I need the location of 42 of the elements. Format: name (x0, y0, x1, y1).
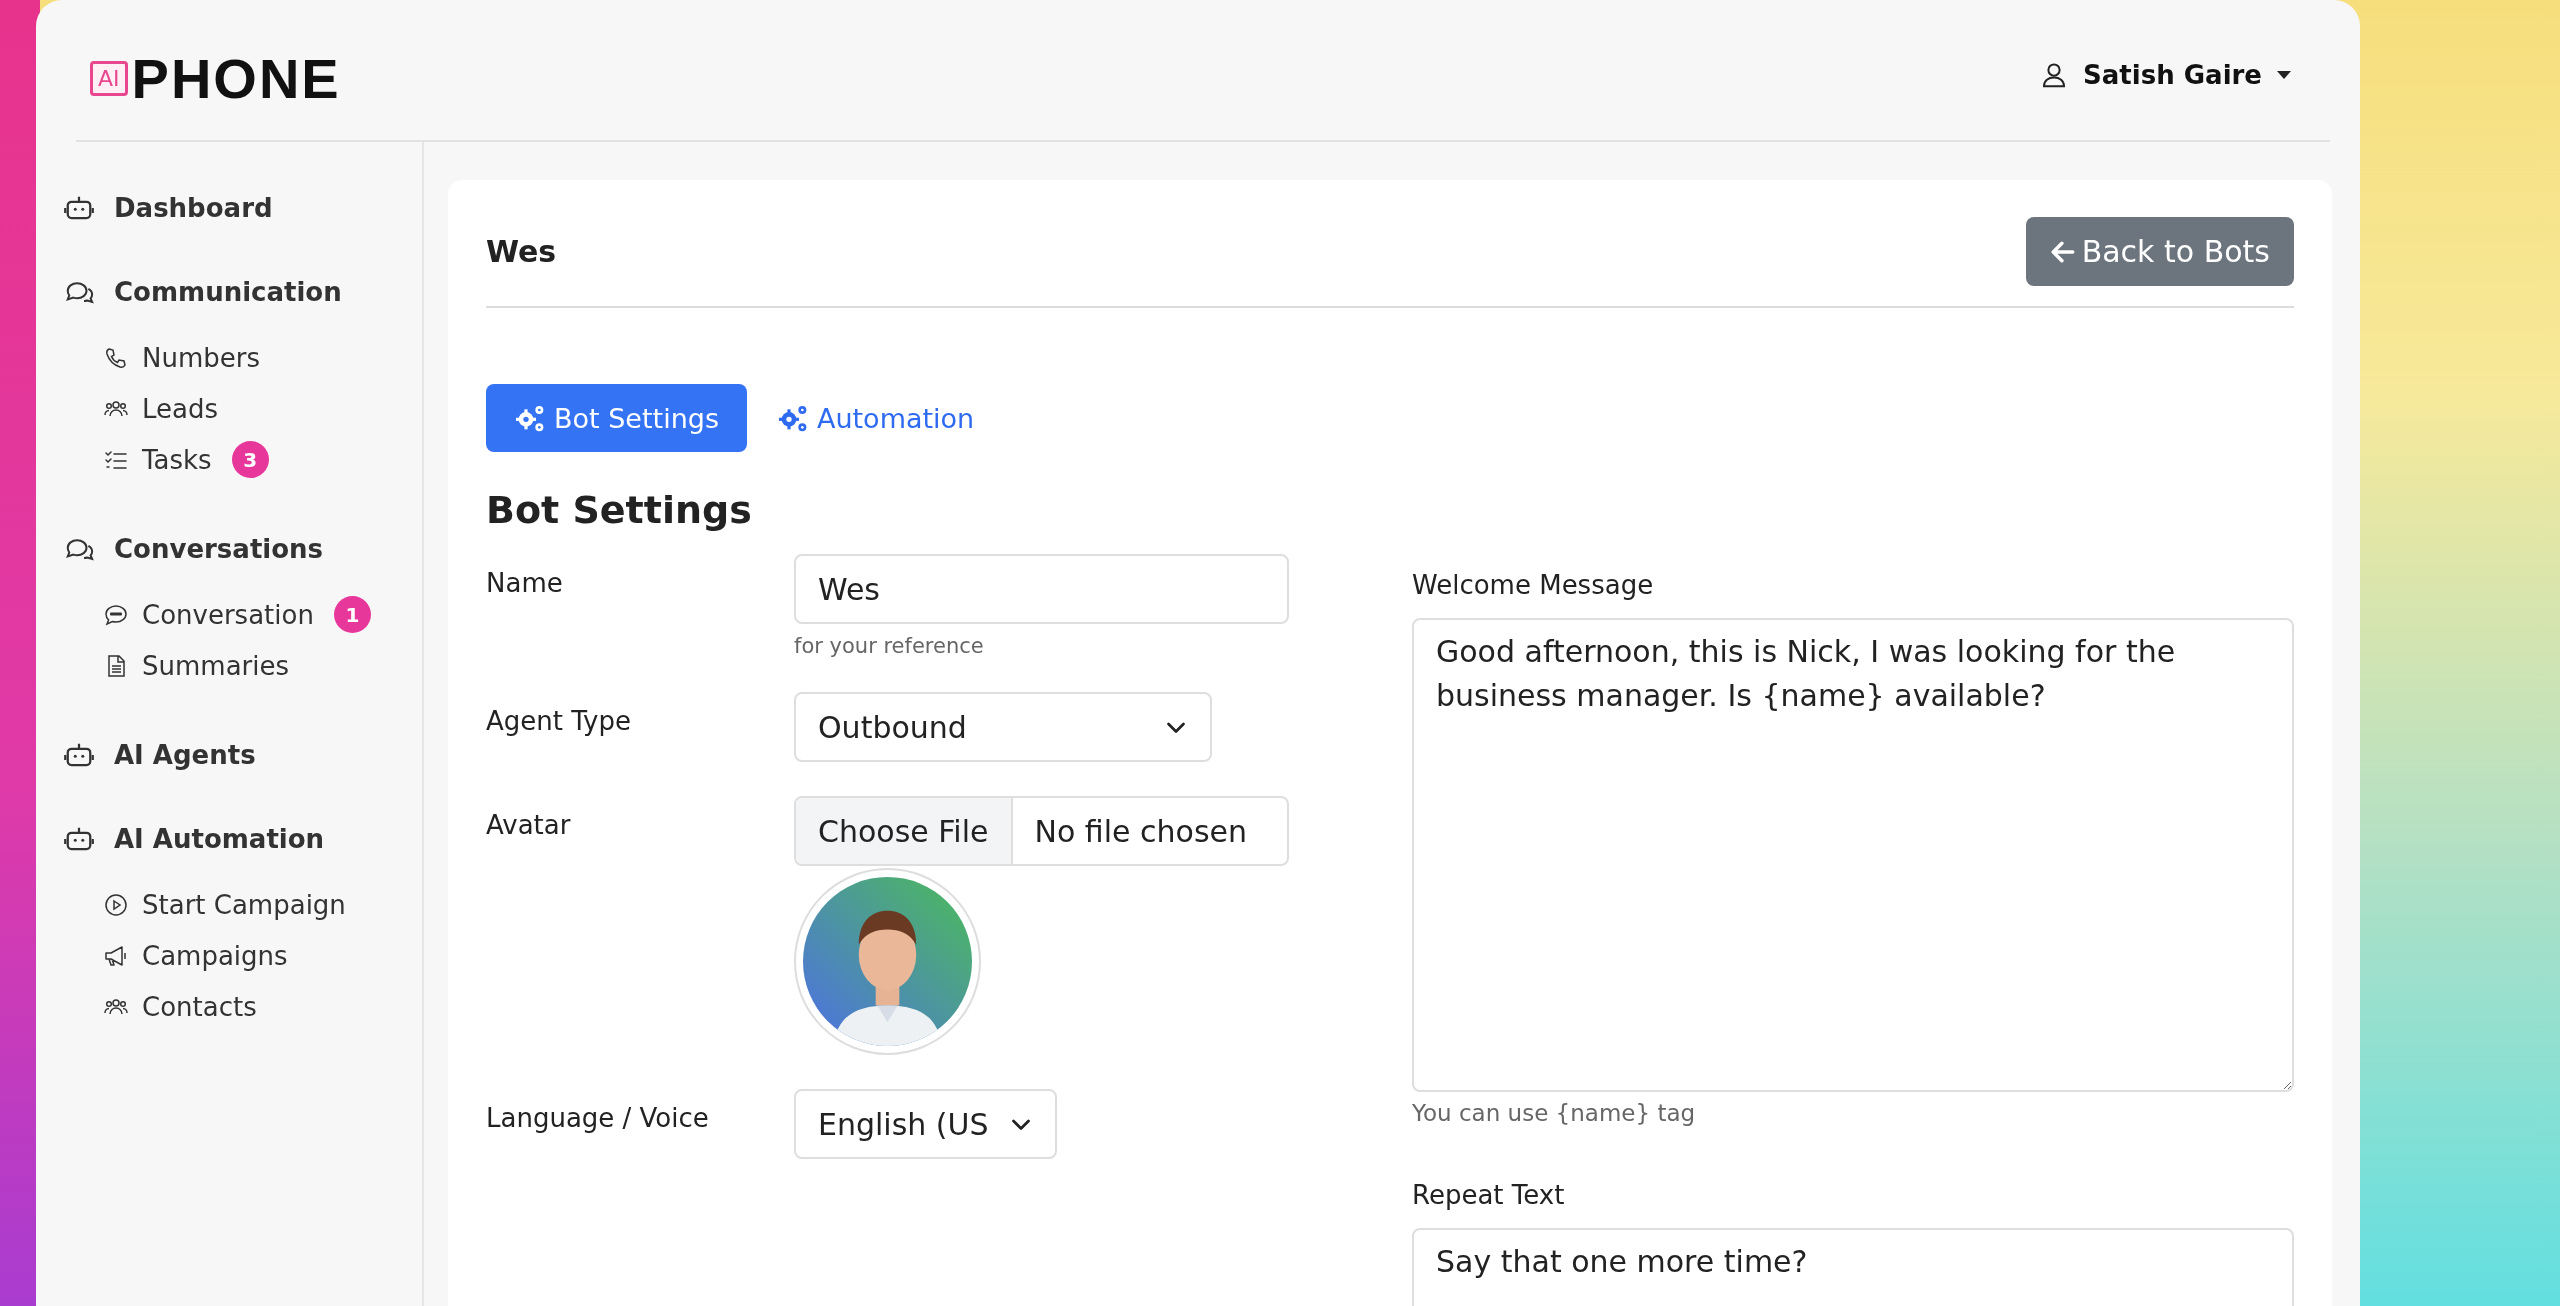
sidebar-heading[interactable]: Conversations (64, 529, 422, 569)
sidebar-heading[interactable]: Communication (64, 272, 422, 312)
dropdown[interactable]: English (US (794, 1089, 1057, 1159)
sidebar-item[interactable]: Start Campaign (64, 879, 422, 930)
file-input[interactable]: Choose File No file chosen (794, 796, 1289, 866)
sidebar-item[interactable]: Summaries (64, 640, 422, 691)
sidebar-heading[interactable]: AI Automation (64, 819, 422, 859)
user-menu[interactable]: Satish Gaire (2033, 49, 2298, 91)
name-field[interactable]: Wes (794, 554, 1289, 624)
field-label: Welcome Message (1412, 570, 1655, 600)
section-heading: Bot Settings (486, 488, 753, 532)
logo-chip: AI (90, 60, 128, 96)
phone-icon (104, 345, 128, 370)
sidebar-item[interactable]: Numbers (64, 332, 422, 383)
logo-text: PHONE (131, 45, 341, 111)
back-button[interactable]: Back to Bots (2025, 217, 2294, 286)
help-text: for your reference (794, 634, 985, 658)
play-circle-icon (104, 892, 128, 917)
help-text: You can use {name} tag (1412, 1100, 1697, 1126)
field-label: Language / Voice (486, 1102, 710, 1135)
bot-title: Wes (486, 234, 557, 269)
sidebar-item[interactable]: Tasks 3 (64, 434, 422, 485)
field-label: Repeat Text (1412, 1180, 1566, 1210)
message-field[interactable]: Good afternoon, this is Nick, I was looking for the business manager. Is {name} available? (1412, 618, 2294, 1092)
megaphone-icon (104, 943, 128, 968)
count-badge: 1 (333, 596, 371, 633)
sidebar-item[interactable]: Contacts (64, 981, 422, 1032)
count-badge: 3 (231, 441, 269, 478)
field-label: Name (486, 567, 564, 600)
sidebar-item[interactable]: Conversation 1 (64, 589, 422, 640)
sidebar-item[interactable]: Campaigns (64, 930, 422, 981)
sms-bubble-icon (104, 602, 128, 627)
tab[interactable]: Automation (776, 384, 1003, 452)
sidebar-heading[interactable]: AI Agents (64, 735, 422, 775)
caret-icon (2276, 69, 2292, 80)
tab[interactable]: Bot Settings (486, 384, 747, 452)
sidebar-heading[interactable]: Dashboard (64, 188, 422, 228)
sidebar-item[interactable]: Leads (64, 383, 422, 434)
message-field[interactable]: Say that one more time? (1412, 1228, 2294, 1306)
field-label: Agent Type (486, 705, 632, 738)
dropdown[interactable]: Outbound (794, 692, 1212, 762)
field-label: Avatar (486, 809, 572, 842)
